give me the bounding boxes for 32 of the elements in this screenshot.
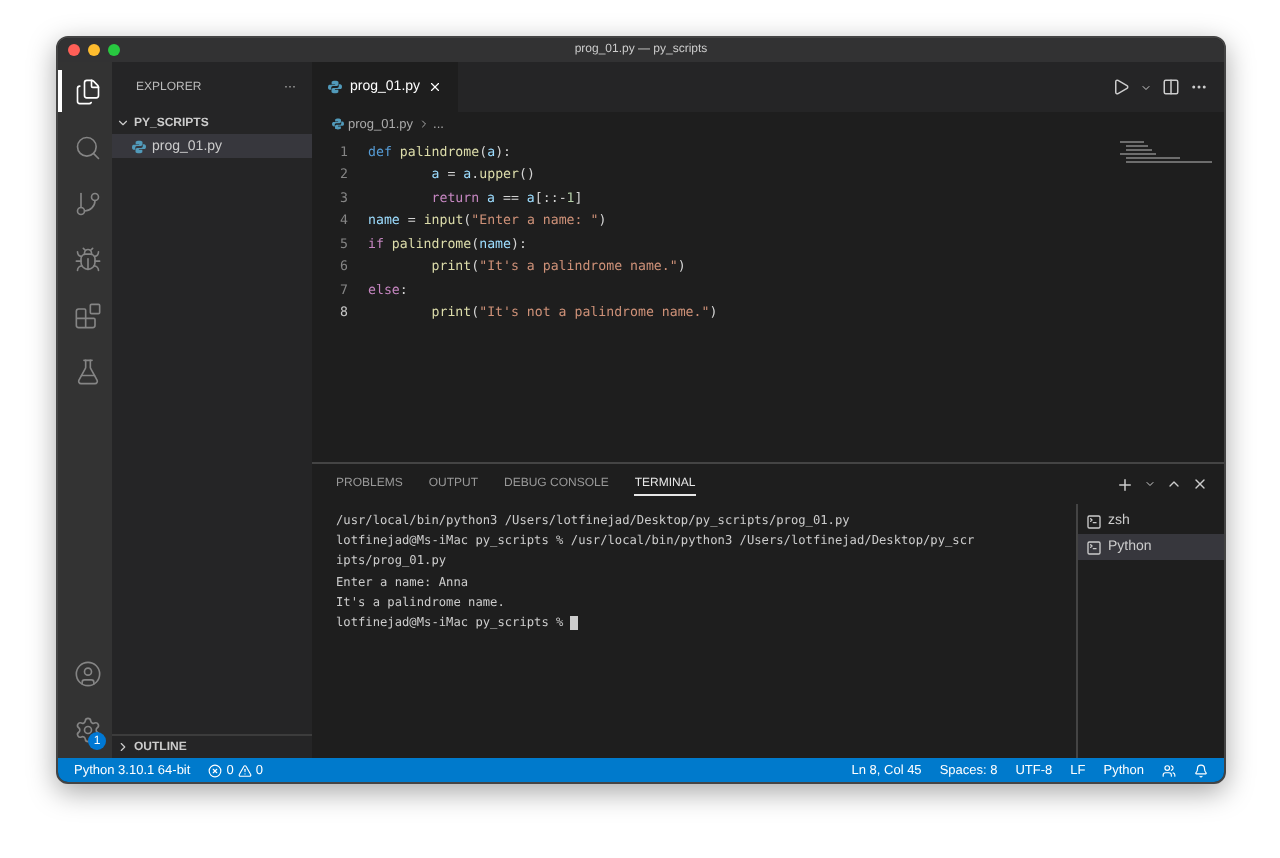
python-file-icon [328,80,342,94]
bug-icon [73,245,101,273]
settings-icon [73,715,101,743]
new-terminal-icon[interactable] [1116,475,1134,493]
warning-icon [237,763,252,777]
minimap-drawing [1120,140,1212,164]
close-icon[interactable] [1192,476,1208,492]
run-icon[interactable] [1112,78,1130,96]
search-icon [73,133,101,161]
chevron-right-icon [417,118,430,130]
maximize-panel-icon[interactable] [1166,476,1182,492]
chevron-down-icon[interactable] [1144,478,1156,490]
close-button[interactable] [68,44,80,56]
blocks-icon [73,301,101,329]
feedback-icon[interactable] [1162,763,1176,777]
bell-icon[interactable] [1194,763,1208,777]
chevron-down-icon[interactable] [1140,81,1152,93]
files-icon [73,77,101,105]
chevron-down-icon [116,116,130,130]
chevron-right-icon [116,740,130,754]
flask-icon [73,357,101,385]
terminal-icon [1086,513,1102,529]
branch-icon [73,189,101,217]
terminal-icon [1086,539,1102,555]
zoom-button[interactable] [108,44,120,56]
split-editor-icon[interactable] [1162,78,1180,96]
python-file-icon [132,139,146,153]
error-icon [208,763,223,777]
account-icon [73,659,101,687]
minimize-button[interactable] [88,44,100,56]
cursor [570,616,579,631]
python-file-icon [332,118,344,130]
